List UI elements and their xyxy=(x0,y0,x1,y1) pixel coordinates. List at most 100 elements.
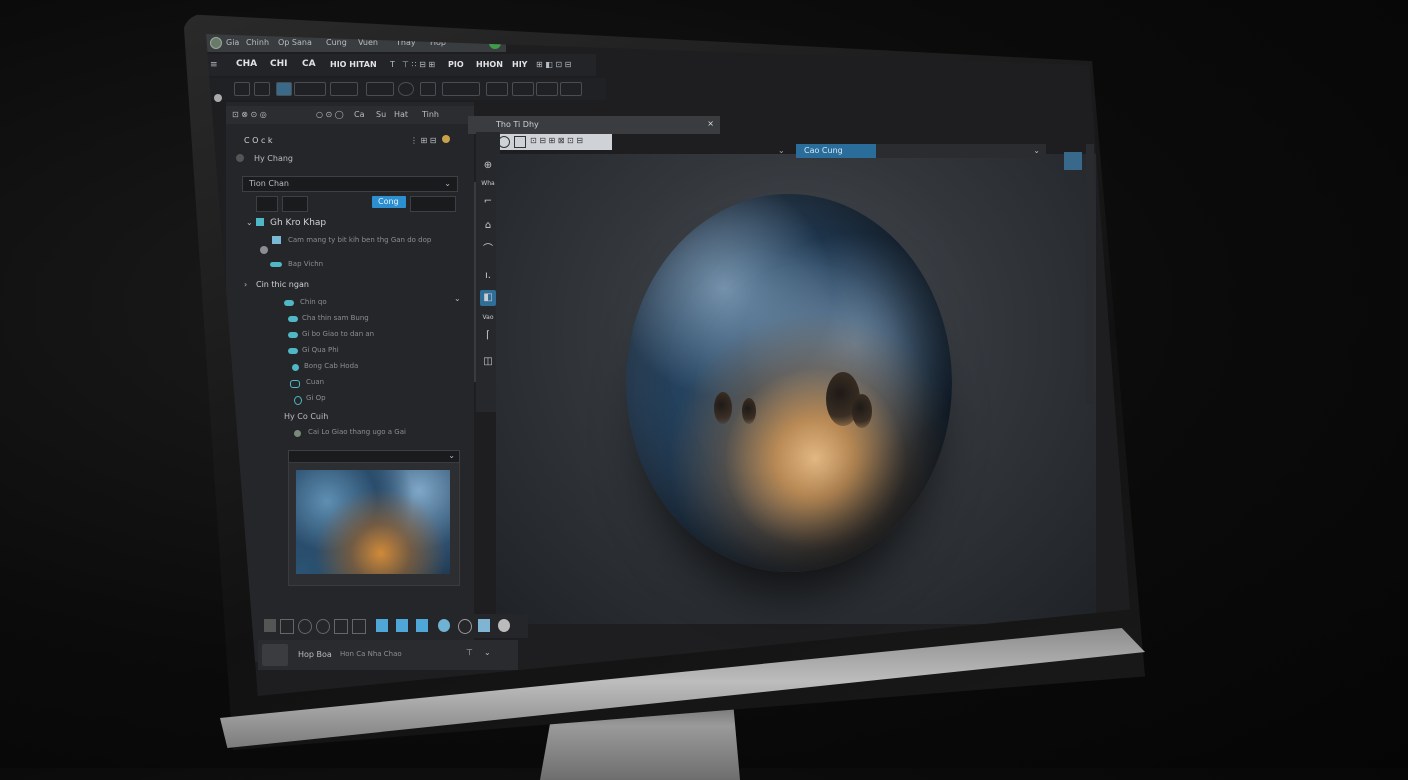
toolbar-label[interactable]: CHA xyxy=(236,59,257,69)
canvas-area[interactable] xyxy=(496,154,1096,624)
avatar[interactable] xyxy=(262,644,288,666)
menu-item[interactable]: Op Sana xyxy=(278,38,312,47)
chevron-down-icon[interactable]: ⌄ xyxy=(484,648,491,657)
mode-dropdown[interactable] xyxy=(294,82,326,96)
menu-item[interactable]: Gia xyxy=(226,38,239,47)
transform-icons[interactable]: ⊡ ⊟ ⊞ ⊠ ⊡ ⊟ xyxy=(530,136,583,145)
chevron-down-icon[interactable]: ⌄ xyxy=(778,146,785,155)
layer-item[interactable]: Cam mang ty bit kih ben thg Gan do dop xyxy=(288,236,431,244)
document-title[interactable]: Tho Ti Dhy xyxy=(496,120,539,129)
panel-tab[interactable]: Su xyxy=(376,110,386,119)
layer-item[interactable]: Gi Op xyxy=(306,394,326,402)
blend-dropdown[interactable]: Tion Chan ⌄ xyxy=(242,176,458,192)
toolbar-label[interactable]: CA xyxy=(302,59,316,69)
sphere-crater xyxy=(714,392,732,424)
layer-item[interactable]: Gi bo Giao to dan an xyxy=(302,330,374,338)
toolbar-label[interactable]: T xyxy=(390,60,395,69)
mask-icon[interactable] xyxy=(264,619,276,632)
view-icons[interactable]: ⊞ ◧ ⊡ ⊟ xyxy=(536,60,571,69)
pin-icon[interactable]: ⊤ xyxy=(466,648,473,657)
username: Hop Boa xyxy=(298,650,332,659)
globe-icon[interactable] xyxy=(438,619,450,632)
corner-icon[interactable]: ⌐ xyxy=(480,194,496,210)
flag-icon[interactable]: ⌈ xyxy=(480,328,496,344)
layer-item[interactable]: Cuan xyxy=(306,378,324,386)
group-title[interactable]: Cin thic ngan xyxy=(256,280,309,289)
chevron-down-icon[interactable]: ⌄ xyxy=(246,218,253,227)
stepper-up[interactable] xyxy=(282,196,308,212)
layer-icon[interactable] xyxy=(396,619,408,632)
globe-icon[interactable] xyxy=(458,619,472,634)
preset-button[interactable] xyxy=(512,82,534,96)
pen-icon[interactable]: ı. xyxy=(480,268,496,284)
select-icon[interactable] xyxy=(276,82,292,96)
value-field[interactable] xyxy=(410,196,456,212)
panel-icons[interactable]: ⊡ ⊗ ⊙ ◎ xyxy=(232,110,267,119)
menu-item[interactable]: Cung xyxy=(326,38,347,47)
text-icon[interactable]: ⊤ ∷ ⊟ ⊞ xyxy=(402,60,435,69)
image-icon[interactable]: ◫ xyxy=(480,354,496,370)
preset-button[interactable] xyxy=(486,82,508,96)
canvas-scrollbar[interactable] xyxy=(1086,144,1094,404)
color-icon[interactable] xyxy=(398,82,414,96)
chevron-right-icon[interactable] xyxy=(280,619,294,634)
square-icon[interactable] xyxy=(352,619,366,634)
stamp-icon[interactable]: ⌂ xyxy=(480,218,496,234)
chevron-down-icon[interactable]: ⌄ xyxy=(1033,146,1040,155)
layer-item[interactable]: Cha thin sam Bung xyxy=(302,314,369,322)
group-title[interactable]: Hy Co Cuih xyxy=(284,412,328,421)
stepper-down[interactable] xyxy=(256,196,278,212)
square-icon[interactable] xyxy=(334,619,348,634)
circle-icon[interactable] xyxy=(316,619,330,634)
layer-item[interactable]: Gi Qua Phi xyxy=(302,346,339,354)
layer-visibility-icon[interactable] xyxy=(236,154,244,162)
warning-icon[interactable] xyxy=(442,135,450,143)
chevron-down-icon[interactable]: ⌄ xyxy=(454,294,461,303)
preset-button[interactable] xyxy=(536,82,558,96)
flow-field[interactable] xyxy=(442,82,480,96)
panel-tab[interactable]: Hat xyxy=(394,110,408,119)
layer-item[interactable]: Bong Cab Hoda xyxy=(304,362,358,370)
header-icons[interactable]: ⋮ ⊞ ⊟ xyxy=(410,136,437,145)
hamburger-icon[interactable]: ≡ xyxy=(210,60,218,70)
panel-tab[interactable]: Ca xyxy=(354,110,365,119)
settings-icon[interactable] xyxy=(498,619,510,632)
layer-item[interactable]: Cai Lo Giao thang ugo a Gai xyxy=(308,428,406,436)
page-icon[interactable] xyxy=(478,619,490,632)
group-title[interactable]: Gh Kro Khap xyxy=(270,218,326,228)
toolbar-label[interactable]: HIY xyxy=(512,60,527,69)
search-icon[interactable]: ○ ⊙ ◯ xyxy=(316,110,344,119)
toolbar-label[interactable]: HIO HITAN xyxy=(330,60,377,69)
close-icon[interactable]: × xyxy=(707,119,714,128)
rotate-icon[interactable] xyxy=(234,82,250,96)
layer-icon[interactable] xyxy=(376,619,388,632)
panel-tab-bar: ⊡ ⊗ ⊙ ◎ ○ ⊙ ◯ Ca Su Hat Tinh xyxy=(226,106,474,124)
layer-icon[interactable] xyxy=(416,619,428,632)
panel-toggle-icon[interactable] xyxy=(214,94,222,102)
frame-icon[interactable] xyxy=(514,136,526,148)
expand-icon[interactable] xyxy=(1064,152,1082,170)
preset-button[interactable] xyxy=(560,82,582,96)
layer-tool-icon[interactable]: ◧ xyxy=(480,290,496,306)
panel-tab[interactable]: Tinh xyxy=(422,110,439,119)
arc-icon[interactable]: ⌒ xyxy=(480,242,496,258)
menu-item[interactable]: Chinh xyxy=(246,38,269,47)
tool-label[interactable]: Wha xyxy=(480,176,496,192)
circle-icon[interactable] xyxy=(298,619,312,634)
brush-icon[interactable] xyxy=(420,82,436,96)
toolbar-label[interactable]: PIO xyxy=(448,60,464,69)
size-dropdown[interactable] xyxy=(330,82,358,96)
layer-item[interactable]: Bap Vichn xyxy=(288,260,323,268)
panel-subheader: Hy Chang xyxy=(254,154,293,163)
tool-label[interactable]: Vao xyxy=(480,310,496,326)
tab-active[interactable]: Cao Cung xyxy=(796,144,876,158)
layer-item[interactable]: Chin qo xyxy=(300,298,327,306)
chevron-right-icon[interactable]: › xyxy=(244,280,247,289)
zoom-icon[interactable]: ⊕ xyxy=(480,158,496,174)
toolbar-label[interactable]: CHI xyxy=(270,59,288,69)
crop-icon[interactable] xyxy=(254,82,270,96)
layer-dot-icon xyxy=(292,364,299,371)
opacity-dropdown[interactable] xyxy=(366,82,394,96)
apply-button[interactable]: Cong xyxy=(372,196,406,208)
toolbar-label[interactable]: HHON xyxy=(476,60,503,69)
